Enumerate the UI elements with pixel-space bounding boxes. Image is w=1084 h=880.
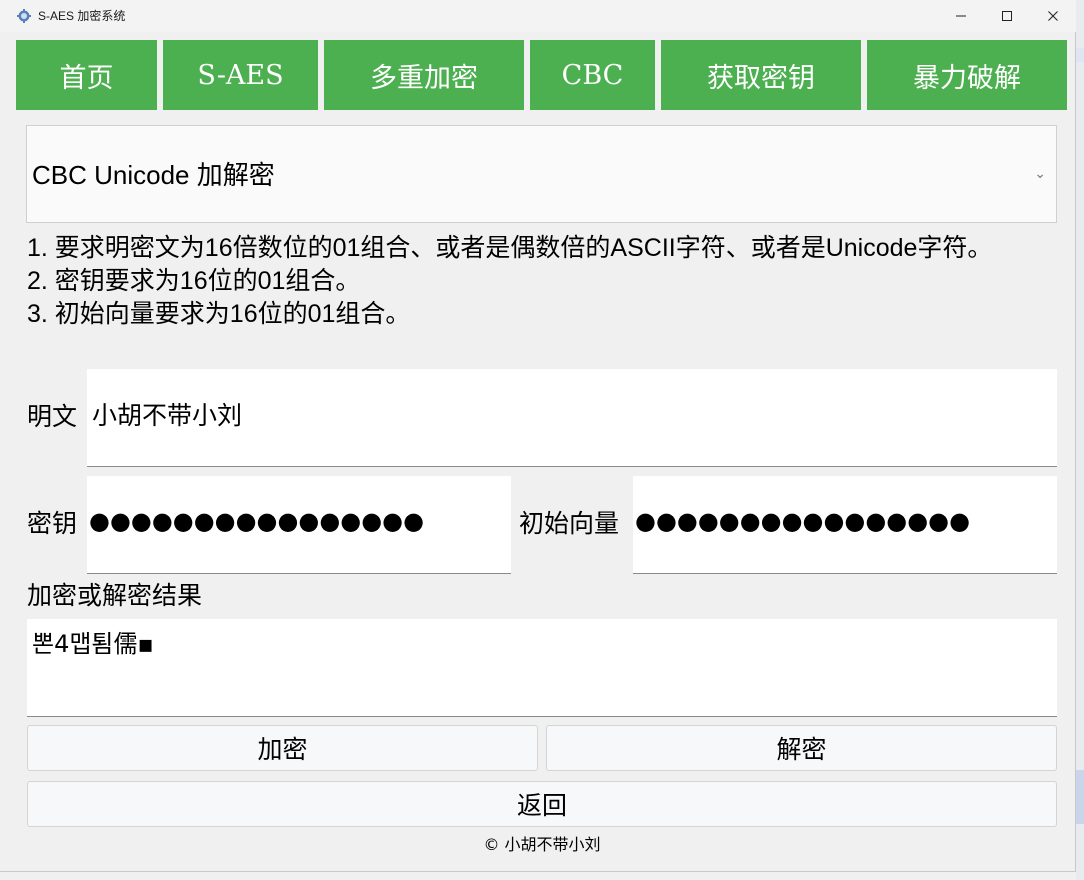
window-title: S-AES 加密系统 (38, 9, 126, 23)
nav-cbc-button[interactable]: CBC (530, 40, 655, 110)
nav-get-key-button[interactable]: 获取密钥 (661, 40, 861, 110)
encrypt-button[interactable]: 加密 (27, 725, 538, 771)
instruction-line: 1. 要求明密文为16倍数位的01组合、或者是偶数倍的ASCII字符、或者是Un… (27, 234, 993, 262)
plaintext-input[interactable]: 小胡不带小刘 (87, 369, 1057, 467)
key-label: 密钥 (27, 509, 78, 538)
mode-select[interactable]: CBC Unicode 加解密 ⌄ (26, 125, 1057, 223)
plaintext-label: 明文 (27, 402, 78, 431)
maximize-icon (1002, 11, 1012, 21)
minimize-icon (956, 15, 966, 17)
instruction-line: 2. 密钥要求为16位的01组合。 (27, 267, 361, 295)
chevron-down-icon: ⌄ (1034, 166, 1046, 182)
iv-label: 初始向量 (519, 509, 620, 538)
app-window: S-AES 加密系统 首页 S-AES 多重加密 CBC 获取密钥 暴力破解 C… (0, 0, 1076, 872)
instruction-line: 3. 初始向量要求为16位的01组合。 (27, 300, 411, 328)
instructions: 1. 要求明密文为16倍数位的01组合、或者是偶数倍的ASCII字符、或者是Un… (27, 232, 1037, 331)
nav-brute-force-button[interactable]: 暴力破解 (867, 40, 1067, 110)
iv-input[interactable]: ●●●●●●●●●●●●●●●● (633, 476, 1057, 574)
title-bar: S-AES 加密系统 (0, 0, 1076, 32)
result-value: 뽄4맵툄儒▪ (32, 630, 154, 658)
app-icon (17, 9, 31, 23)
close-button[interactable] (1030, 0, 1076, 32)
background-app-fragment (1076, 48, 1084, 62)
footer-copyright: © 小胡不带小刘 (483, 835, 601, 854)
close-icon (1048, 11, 1058, 21)
nav-multi-encrypt-button[interactable]: 多重加密 (324, 40, 524, 110)
plaintext-value: 小胡不带小刘 (92, 401, 243, 430)
back-button[interactable]: 返回 (27, 781, 1057, 827)
nav-saes-button[interactable]: S-AES (163, 40, 318, 110)
key-input[interactable]: ●●●●●●●●●●●●●●●● (87, 476, 511, 574)
mode-select-value: CBC Unicode 加解密 (32, 160, 275, 190)
minimize-button[interactable] (938, 0, 984, 32)
maximize-button[interactable] (984, 0, 1030, 32)
iv-masked-value: ●●●●●●●●●●●●●●●● (635, 507, 971, 535)
key-masked-value: ●●●●●●●●●●●●●●●● (89, 507, 425, 535)
result-label: 加密或解密结果 (27, 581, 203, 610)
background-app-fragment (1076, 770, 1084, 824)
result-output[interactable]: 뽄4맵툄儒▪ (27, 619, 1057, 717)
decrypt-button[interactable]: 解密 (546, 725, 1057, 771)
nav-home-button[interactable]: 首页 (16, 40, 157, 110)
background-app-edge (1076, 0, 1084, 880)
